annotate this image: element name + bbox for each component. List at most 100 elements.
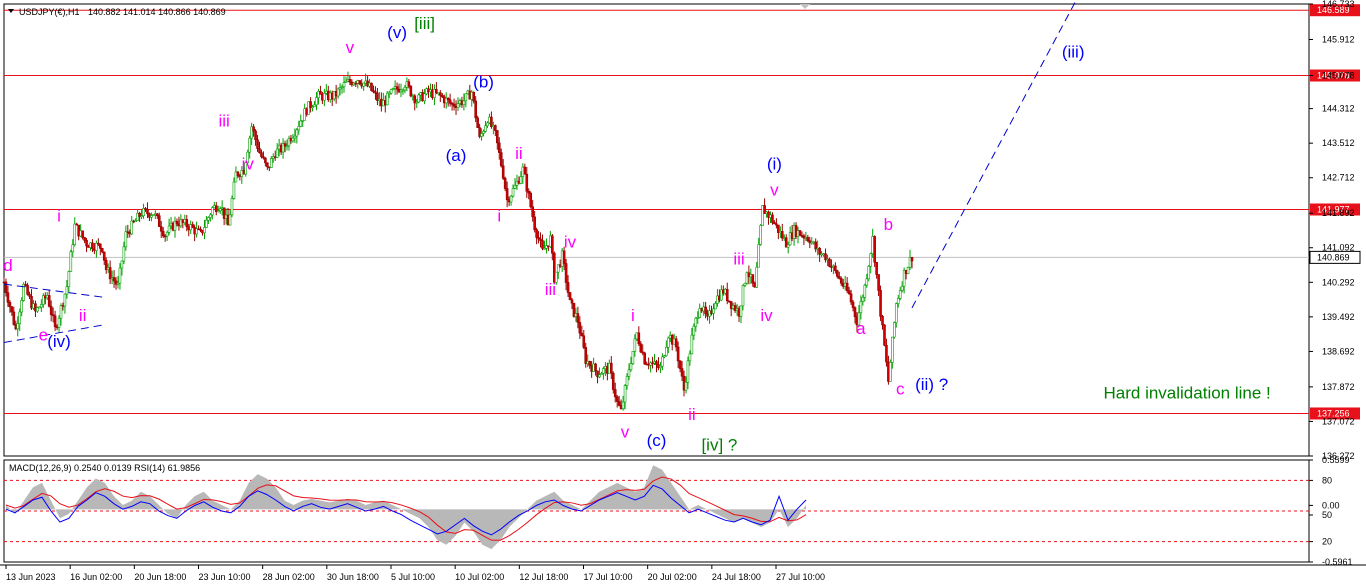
candle-body xyxy=(10,306,14,313)
candle-body xyxy=(159,226,163,232)
candle-body xyxy=(666,337,670,348)
candle-body xyxy=(439,92,442,96)
candle-body xyxy=(631,350,635,364)
candle-body xyxy=(191,224,194,228)
candle-body xyxy=(894,303,898,323)
candle-body xyxy=(264,157,267,164)
wave-label: iv xyxy=(242,155,255,174)
candle-body xyxy=(576,313,580,323)
candle-body xyxy=(637,332,641,345)
candle-body xyxy=(692,325,696,336)
candle-body xyxy=(837,276,841,279)
time-tick-label: 24 Jul 18:00 xyxy=(712,572,761,582)
candle-body xyxy=(623,385,627,403)
candle-body xyxy=(883,324,886,346)
candle-body xyxy=(472,91,476,102)
candle-body xyxy=(482,131,485,134)
candle-body xyxy=(73,223,77,245)
wave-label: (c) xyxy=(647,431,667,450)
candle-body xyxy=(295,129,299,137)
candle-body xyxy=(501,165,505,179)
candle-body xyxy=(205,219,208,228)
candle-body xyxy=(230,198,234,216)
candle-body xyxy=(680,368,684,377)
candle-body xyxy=(873,236,876,263)
candle-body xyxy=(891,336,894,363)
candle-body xyxy=(678,360,682,369)
candle-body xyxy=(12,311,16,325)
wave-label: a xyxy=(856,319,866,338)
wave-label: i xyxy=(57,206,61,225)
candle-body xyxy=(617,401,621,406)
time-tick-label: 23 Jun 10:00 xyxy=(199,572,251,582)
candle-body xyxy=(513,185,517,189)
candle-body xyxy=(771,214,774,223)
candle-body xyxy=(319,91,322,95)
candle-body xyxy=(266,162,269,168)
price-tick-label: 140.292 xyxy=(1322,277,1355,287)
candle-body xyxy=(358,80,362,85)
candle-body xyxy=(674,338,678,348)
candle-body xyxy=(315,97,318,106)
candle-body xyxy=(18,311,22,324)
candle-body xyxy=(643,352,647,365)
candle-body xyxy=(851,301,855,308)
candle-body xyxy=(228,214,232,226)
candle-body xyxy=(582,335,586,348)
candle-body xyxy=(743,282,747,286)
candle-body xyxy=(780,231,784,239)
candle-body xyxy=(486,122,489,127)
candle-body xyxy=(704,306,707,315)
candle-body xyxy=(120,260,124,269)
candle-body xyxy=(403,87,407,91)
candle-body xyxy=(407,81,411,87)
candle-body xyxy=(889,362,892,382)
indicator-tick-label: 0.5599 xyxy=(1322,455,1350,465)
candle-body xyxy=(8,302,12,307)
candle-body xyxy=(6,292,10,303)
indicator-tick-label: 20 xyxy=(1322,537,1332,547)
candle-body xyxy=(580,332,584,337)
candle-body xyxy=(348,79,352,83)
candle-body xyxy=(275,148,279,158)
candle-body xyxy=(511,188,515,197)
candle-body xyxy=(85,240,88,247)
candle-body xyxy=(497,142,501,153)
indicator-tick-label: -0.5961 xyxy=(1322,557,1353,567)
candle-body xyxy=(161,230,165,237)
price-tick-label: 146.733 xyxy=(1322,0,1355,9)
candle-body xyxy=(81,230,84,238)
candle-body xyxy=(165,232,169,237)
candle-body xyxy=(484,125,487,132)
time-tick-label: 28 Jun 02:00 xyxy=(263,572,315,582)
price-tick-label: 139.492 xyxy=(1322,312,1355,322)
ohlc-values: 140.882 141.014 140.866 140.869 xyxy=(88,7,226,17)
chart-symbol-title: USDJPY(€),H1 xyxy=(19,7,80,17)
candle-body xyxy=(541,240,544,249)
candle-body xyxy=(725,289,729,302)
candle-body xyxy=(175,220,179,225)
candle-body xyxy=(898,290,902,299)
candle-body xyxy=(146,208,149,215)
candle-body xyxy=(519,176,523,184)
candle-body xyxy=(865,278,869,286)
candle-body xyxy=(615,396,619,402)
candle-body xyxy=(759,225,762,245)
wave-label: (b) xyxy=(473,73,494,92)
candle-body xyxy=(130,220,134,235)
candle-body xyxy=(611,372,615,390)
candle-body xyxy=(209,214,212,218)
candle-body xyxy=(639,343,643,353)
candle-body xyxy=(248,137,251,153)
candle-body xyxy=(861,297,865,302)
candle-body xyxy=(741,285,745,307)
indicator-tick-label: 50 xyxy=(1322,510,1332,520)
candle-body xyxy=(594,363,597,372)
indicator-tick-label: 0.00 xyxy=(1322,500,1340,510)
candle-body xyxy=(417,94,420,103)
candle-body xyxy=(529,192,533,208)
candle-body xyxy=(834,265,837,271)
candle-body xyxy=(655,361,658,365)
candle-body xyxy=(896,298,900,304)
candle-body xyxy=(714,303,717,310)
